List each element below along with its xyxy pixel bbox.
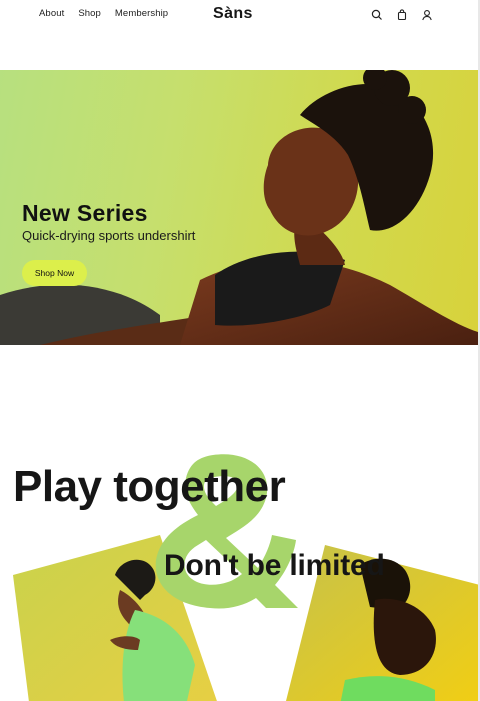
- brand-logo[interactable]: Sàns: [213, 5, 253, 23]
- hero-banner: New Series Quick-drying sports undershir…: [0, 70, 478, 345]
- nav-shop-link[interactable]: Shop: [78, 8, 101, 19]
- user-icon[interactable]: [421, 8, 435, 21]
- site-header: About Shop Membership Sàns: [0, 0, 478, 71]
- hero-title: New Series: [22, 200, 148, 227]
- header-actions: [371, 8, 435, 21]
- shop-now-button[interactable]: Shop Now: [22, 260, 87, 286]
- promo-section: Play together Don't be limited: [0, 345, 478, 701]
- main-nav: About Shop Membership: [39, 8, 168, 19]
- nav-about-link[interactable]: About: [39, 8, 64, 19]
- nav-membership-link[interactable]: Membership: [115, 8, 168, 19]
- promo-title: Play together: [13, 462, 286, 511]
- bag-icon[interactable]: [396, 8, 410, 21]
- promo-subtitle: Don't be limited: [164, 549, 385, 582]
- hero-subtitle: Quick-drying sports undershirt: [22, 228, 196, 243]
- search-icon[interactable]: [371, 8, 385, 20]
